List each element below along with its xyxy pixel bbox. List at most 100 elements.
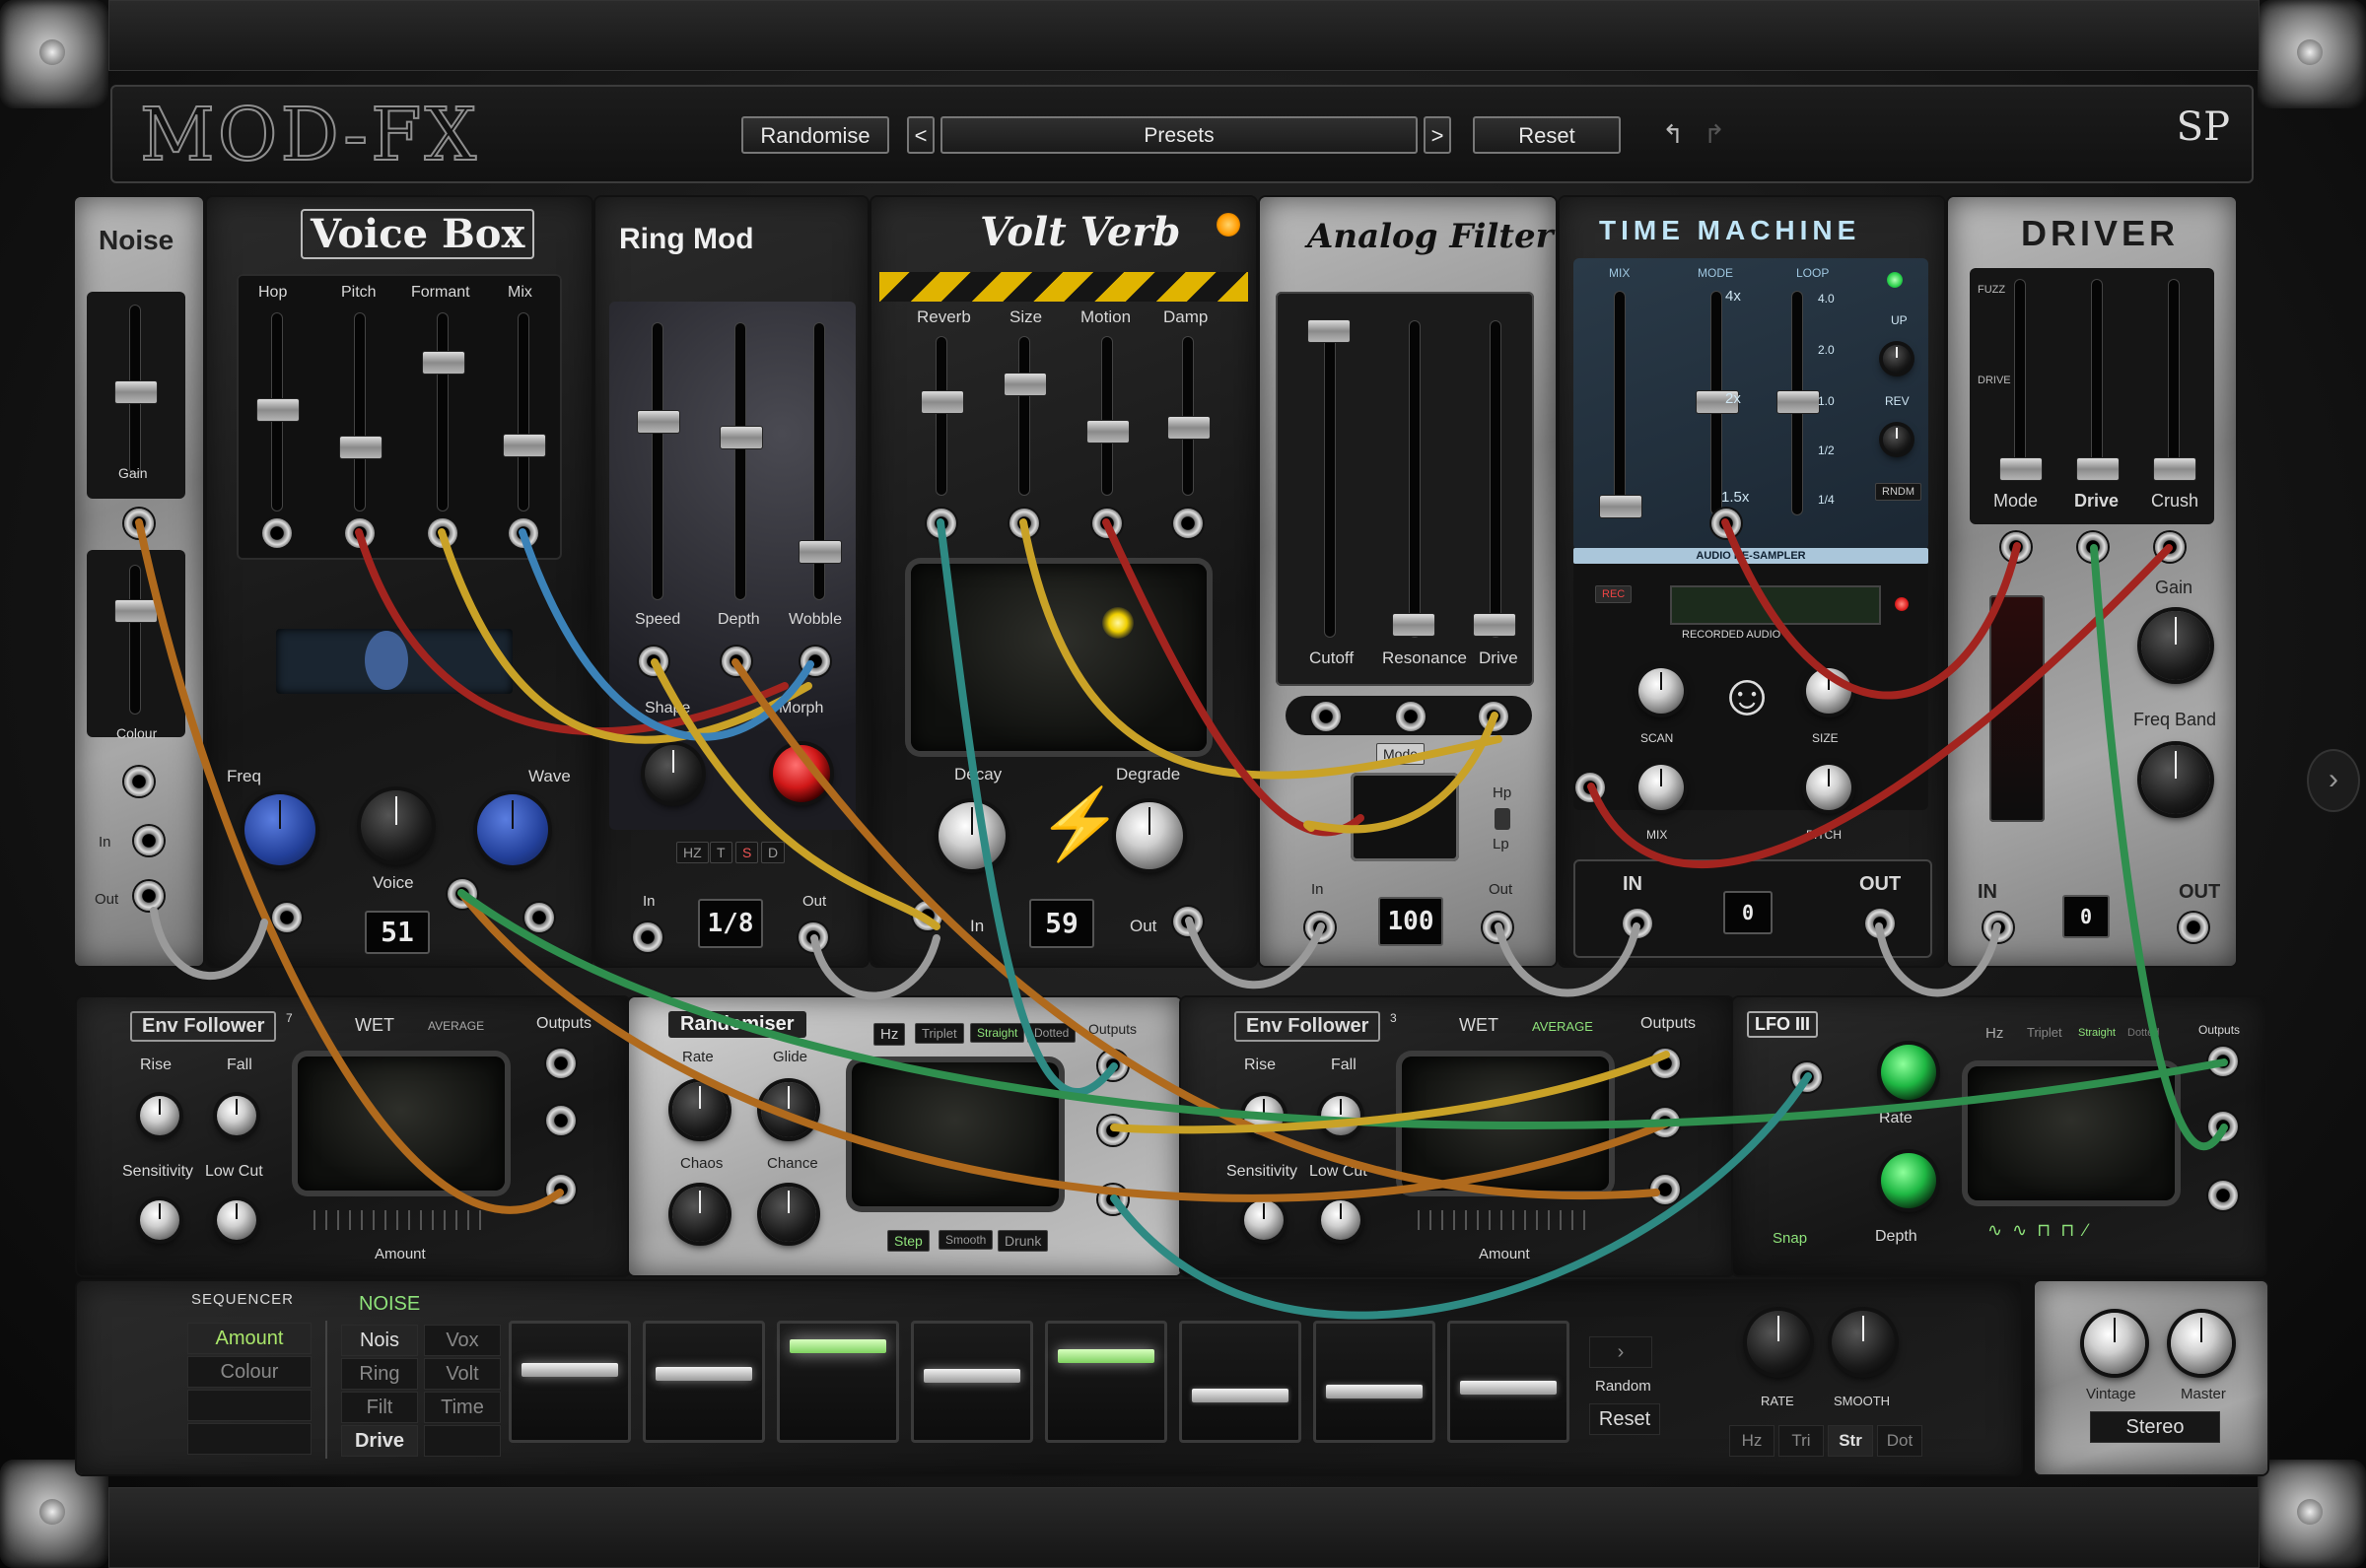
preset-prev-button[interactable]: < (907, 116, 935, 154)
sequencer-step-2[interactable] (643, 1321, 765, 1443)
sequencer-module-nois[interactable]: Nois (341, 1325, 418, 1356)
preset-next-button[interactable]: > (1424, 116, 1451, 154)
env2-amount-slider[interactable] (1418, 1210, 1595, 1230)
timemachine-out-jack[interactable] (1865, 909, 1895, 938)
voicebox-pitch-slider-track[interactable] (355, 313, 365, 511)
sequencer-target-empty-1[interactable] (187, 1390, 312, 1421)
randomiser-output-jack-3[interactable] (1098, 1185, 1128, 1214)
timemachine-mix-mod-jack[interactable] (1575, 773, 1605, 802)
lfo-output-jack-3[interactable] (2208, 1181, 2238, 1210)
sequencer-rate-hz[interactable]: Hz (1729, 1425, 1774, 1457)
sequencer-reset-button[interactable]: Reset (1589, 1403, 1660, 1435)
timemachine-pitch-knob[interactable] (1806, 765, 1851, 810)
driver-mode-mod-jack[interactable] (2001, 532, 2031, 562)
randomiser-output-jack-1[interactable] (1098, 1051, 1128, 1080)
noise-colour-slider-track[interactable] (130, 566, 140, 714)
env2-output-jack-1[interactable] (1650, 1049, 1680, 1078)
randomiser-output-jack-2[interactable] (1098, 1116, 1128, 1145)
randomiser-straight-toggle[interactable]: Straight (970, 1023, 1025, 1043)
env2-sensitivity-knob[interactable] (1244, 1200, 1284, 1240)
driver-crush-slider-track[interactable] (2169, 280, 2179, 477)
voltverb-damp-slider-handle[interactable] (1167, 416, 1211, 440)
ringmod-mode-hz[interactable]: HZ (676, 842, 709, 863)
sequencer-rate-str[interactable]: Str (1828, 1425, 1873, 1457)
analogfilter-drive-mod-jack[interactable] (1479, 702, 1508, 731)
analogfilter-resonance-slider-track[interactable] (1410, 321, 1420, 637)
voltverb-size-slider-handle[interactable] (1004, 373, 1047, 396)
lfo-triplet-toggle[interactable]: Triplet (2027, 1025, 2062, 1040)
sequencer-module-ring[interactable]: Ring (341, 1358, 418, 1390)
ringmod-mode-t[interactable]: T (710, 842, 732, 863)
timemachine-scan-knob[interactable] (1638, 668, 1684, 714)
randomise-button[interactable]: Randomise (741, 116, 889, 154)
sequencer-step-6[interactable] (1179, 1321, 1301, 1443)
randomiser-chance-knob[interactable] (761, 1187, 816, 1242)
voicebox-wave-knob[interactable] (477, 794, 548, 865)
sequencer-smooth-knob[interactable] (1832, 1311, 1895, 1374)
ringmod-in-jack[interactable] (633, 922, 662, 952)
master-knob[interactable] (2171, 1313, 2232, 1374)
sequencer-module-filt[interactable]: Filt (341, 1392, 418, 1423)
voicebox-hop-slider-handle[interactable] (256, 398, 300, 422)
analogfilter-cutoff-slider-handle[interactable] (1307, 319, 1351, 343)
sequencer-rate-tri[interactable]: Tri (1778, 1425, 1824, 1457)
voltverb-decay-knob[interactable] (939, 802, 1006, 869)
noise-colour-slider-handle[interactable] (114, 599, 158, 623)
ringmod-morph-knob[interactable] (773, 745, 830, 802)
timemachine-loop-slider-handle[interactable] (1776, 390, 1820, 414)
analogfilter-resonance-mod-jack[interactable] (1396, 702, 1426, 731)
voltverb-damp-mod-jack[interactable] (1173, 509, 1203, 538)
driver-mode-slider-track[interactable] (2015, 280, 2025, 477)
env1-low-cut-knob[interactable] (217, 1200, 256, 1240)
timemachine-mix-slider-track[interactable] (1615, 292, 1625, 514)
voltverb-motion-slider-track[interactable] (1102, 337, 1112, 495)
analogfilter-cutoff-slider-track[interactable] (1325, 321, 1335, 637)
lfo-depth-knob[interactable] (1881, 1153, 1936, 1208)
noise-gain-slider-handle[interactable] (114, 380, 158, 404)
lfo-wave-shape-selector[interactable]: ∿∿⊓⊓∕ (1987, 1220, 2155, 1242)
driver-in-jack[interactable] (1983, 913, 2013, 942)
timemachine-size-knob[interactable] (1806, 668, 1851, 714)
sequencer-module-volt[interactable]: Volt (424, 1358, 501, 1390)
sequencer-module-drive[interactable]: Drive (341, 1425, 418, 1457)
sequencer-target-amount[interactable]: Amount (187, 1323, 312, 1354)
randomiser-step-toggle[interactable]: Step (887, 1230, 930, 1252)
analogfilter-hp-lp-toggle[interactable] (1495, 808, 1510, 830)
voltverb-reverb-slider-track[interactable] (937, 337, 946, 495)
sequencer-step-1[interactable] (509, 1321, 631, 1443)
timemachine-mode-mod-jack[interactable] (1711, 509, 1741, 538)
ringmod-depth-slider-track[interactable] (735, 323, 745, 599)
env2-fall-knob[interactable] (1321, 1096, 1360, 1135)
env1-amount-slider[interactable] (313, 1210, 491, 1230)
presets-dropdown[interactable]: Presets (940, 116, 1418, 154)
voltverb-degrade-knob[interactable] (1116, 802, 1183, 869)
voicebox-voice-knob[interactable] (361, 790, 432, 861)
driver-gain-knob[interactable] (2141, 611, 2210, 680)
sequencer-step-7[interactable] (1313, 1321, 1435, 1443)
redo-icon[interactable]: ↱ (1700, 116, 1729, 152)
analogfilter-drive-slider-handle[interactable] (1473, 613, 1516, 637)
ringmod-speed-mod-jack[interactable] (639, 647, 668, 676)
voicebox-pitch-mod-jack[interactable] (345, 518, 375, 548)
analogfilter-out-jack[interactable] (1483, 913, 1512, 942)
sequencer-step-3[interactable] (777, 1321, 899, 1443)
sequencer-step-8[interactable] (1447, 1321, 1569, 1443)
lfo-snap-toggle[interactable]: Snap (1773, 1230, 1807, 1247)
voltverb-size-mod-jack[interactable] (1009, 509, 1039, 538)
vintage-knob[interactable] (2084, 1313, 2145, 1374)
randomiser-triplet-toggle[interactable]: Triplet (915, 1023, 964, 1044)
sequencer-next-button[interactable]: › (1589, 1336, 1652, 1368)
ringmod-mode-s[interactable]: S (735, 842, 759, 863)
voltverb-motion-slider-handle[interactable] (1086, 420, 1130, 443)
env1-sensitivity-knob[interactable] (140, 1200, 179, 1240)
env2-low-cut-knob[interactable] (1321, 1200, 1360, 1240)
driver-freq-band-knob[interactable] (2141, 745, 2210, 814)
analogfilter-drive-slider-track[interactable] (1491, 321, 1500, 637)
driver-drive-slider-handle[interactable] (2076, 457, 2120, 481)
voltverb-size-slider-track[interactable] (1019, 337, 1029, 495)
env1-output-jack-2[interactable] (546, 1106, 576, 1135)
noise-gain-mod-jack[interactable] (124, 509, 154, 538)
ringmod-mode-d[interactable]: D (761, 842, 786, 863)
voicebox-mix-slider-track[interactable] (519, 313, 528, 511)
driver-out-jack[interactable] (2179, 913, 2208, 942)
